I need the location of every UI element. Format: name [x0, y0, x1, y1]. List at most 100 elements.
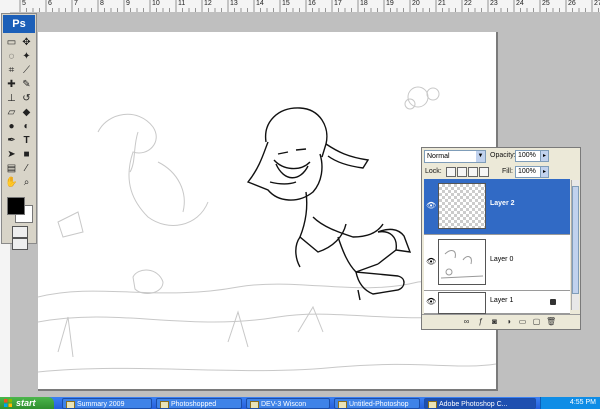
- layer-thumbnail: [438, 292, 486, 314]
- move-icon[interactable]: ✥: [20, 36, 33, 49]
- layer-row-layer-1[interactable]: 👁 Layer 1: [424, 291, 570, 314]
- ruler-number: 15: [282, 0, 290, 7]
- taskbar-item[interactable]: Untitled-Photoshop: [334, 398, 420, 409]
- ruler-number: 18: [360, 0, 368, 7]
- lock-transparent-icon[interactable]: [446, 167, 456, 177]
- ruler-number: 23: [490, 0, 498, 7]
- delete-layer-icon[interactable]: 🗑: [546, 317, 556, 326]
- link-layers-icon[interactable]: ∞: [462, 317, 471, 326]
- ruler-number: 24: [516, 0, 524, 7]
- ruler-number: 8: [100, 0, 104, 7]
- history-brush-icon[interactable]: ↺: [20, 92, 33, 105]
- layers-scrollbar[interactable]: [571, 180, 579, 310]
- lock-all-icon[interactable]: [479, 167, 489, 177]
- tools-panel: Ps ▭ ✥ ◌ ✦ ⌗ ⟋ ✚ ✎ ⊥ ↺ ▱ ◆ ● ◐ ✒ T ➤ ■ ▤…: [1, 13, 37, 250]
- scroll-thumb[interactable]: [572, 186, 579, 294]
- blend-mode-select[interactable]: Normal ▼: [424, 150, 486, 163]
- eyedropper-icon[interactable]: ⁄: [20, 162, 33, 175]
- eye-icon[interactable]: 👁: [426, 257, 436, 267]
- chevron-down-icon: ▼: [476, 151, 485, 162]
- start-label: start: [16, 398, 36, 408]
- layer-thumbnail: [438, 239, 486, 285]
- pen-icon[interactable]: ✒: [5, 134, 18, 147]
- folder-icon: [66, 401, 75, 408]
- blur-icon[interactable]: ●: [5, 120, 18, 133]
- layer-name: Layer 2: [490, 200, 515, 207]
- slice-icon[interactable]: ⟋: [20, 64, 33, 77]
- layer-thumbnail: [438, 183, 486, 229]
- taskbar-item[interactable]: Photoshopped: [156, 398, 242, 409]
- windows-logo-icon: [4, 399, 12, 407]
- opacity-label: Opacity:: [490, 152, 516, 159]
- healing-brush-icon[interactable]: ✚: [5, 78, 18, 91]
- ruler-number: 10: [152, 0, 160, 7]
- layer-name: Layer 0: [490, 256, 514, 263]
- path-selection-icon[interactable]: ➤: [5, 148, 18, 161]
- adjustment-layer-icon[interactable]: ◑: [504, 317, 513, 326]
- dodge-icon[interactable]: ◐: [20, 120, 33, 133]
- ruler-number: 5: [22, 0, 26, 7]
- ruler-number: 21: [438, 0, 446, 7]
- photoshop-icon: [428, 401, 437, 408]
- zoom-icon[interactable]: ⌕: [20, 176, 33, 189]
- layers-panel: Normal ▼ Opacity: 100% ▸ Lock: Fill: 100…: [421, 147, 581, 330]
- quick-mask-button[interactable]: [12, 226, 28, 238]
- eye-icon[interactable]: 👁: [426, 297, 436, 307]
- new-layer-icon[interactable]: ▢: [532, 317, 541, 326]
- new-group-icon[interactable]: ▭: [518, 317, 527, 326]
- layer-mask-icon[interactable]: ◙: [490, 317, 499, 326]
- ruler-number: 26: [568, 0, 576, 7]
- taskbar-item-label: Untitled-Photoshop: [349, 401, 409, 408]
- photoshop-icon: [338, 401, 347, 408]
- thumbnail-sketch: [440, 250, 484, 279]
- taskbar-item-label: Adobe Photoshop C...: [439, 401, 508, 408]
- layer-row-layer-2[interactable]: 👁 Layer 2: [424, 179, 570, 235]
- browser-icon: [160, 401, 169, 408]
- layer-name: Layer 1: [490, 297, 514, 304]
- hand-icon[interactable]: ✋: [5, 176, 18, 189]
- fill-label: Fill:: [502, 168, 513, 175]
- layer-style-icon[interactable]: ƒ: [476, 317, 485, 326]
- eraser-icon[interactable]: ▱: [5, 106, 18, 119]
- notes-icon[interactable]: ▤: [5, 162, 18, 175]
- eye-icon[interactable]: 👁: [426, 201, 436, 211]
- lasso-icon[interactable]: ◌: [5, 50, 18, 63]
- lock-position-icon[interactable]: [468, 167, 478, 177]
- taskbar-item-label: Photoshopped: [171, 401, 217, 408]
- shape-icon[interactable]: ■: [20, 148, 33, 161]
- system-tray: 4:55 PM: [540, 397, 600, 409]
- lock-icon: [550, 299, 556, 305]
- taskbar-item-label: DEV-3 Wiscon: [261, 401, 307, 408]
- type-icon[interactable]: T: [20, 134, 33, 147]
- ruler-number: 14: [256, 0, 264, 7]
- magic-wand-icon[interactable]: ✦: [20, 50, 33, 63]
- ruler-number: 16: [308, 0, 316, 7]
- ruler-number: 7: [74, 0, 78, 7]
- screen-mode-button[interactable]: [12, 238, 28, 250]
- layer-row-layer-0[interactable]: 👁 Layer 0: [424, 235, 570, 291]
- ruler-number: 13: [230, 0, 238, 7]
- opacity-slider-arrow-icon[interactable]: ▸: [540, 150, 549, 162]
- paint-bucket-icon[interactable]: ◆: [20, 106, 33, 119]
- taskbar-item-active[interactable]: Adobe Photoshop C...: [424, 398, 536, 409]
- windows-taskbar: start Summary 2009 Photoshopped DEV-3 Wi…: [0, 397, 600, 409]
- opacity-field[interactable]: 100%: [515, 150, 541, 162]
- ruler-number: 9: [126, 0, 130, 7]
- ruler-number: 6: [48, 0, 52, 7]
- taskbar-item[interactable]: DEV-3 Wiscon: [246, 398, 330, 409]
- ruler-ticks: [19, 0, 599, 12]
- crop-icon[interactable]: ⌗: [5, 64, 18, 77]
- fill-field[interactable]: 100%: [515, 166, 541, 178]
- marquee-icon[interactable]: ▭: [5, 36, 18, 49]
- brush-icon[interactable]: ✎: [20, 78, 33, 91]
- fill-slider-arrow-icon[interactable]: ▸: [540, 166, 549, 178]
- ruler-number: 27: [594, 0, 600, 7]
- clone-stamp-icon[interactable]: ⊥: [5, 92, 18, 105]
- layers-panel-footer: ∞ ƒ ◙ ◑ ▭ ▢ 🗑: [422, 314, 580, 329]
- lock-label: Lock:: [425, 168, 442, 175]
- blend-mode-value: Normal: [427, 153, 450, 160]
- taskbar-item[interactable]: Summary 2009: [62, 398, 152, 409]
- start-button[interactable]: start: [0, 397, 54, 409]
- lock-image-icon[interactable]: [457, 167, 467, 177]
- foreground-color-swatch[interactable]: [7, 197, 25, 215]
